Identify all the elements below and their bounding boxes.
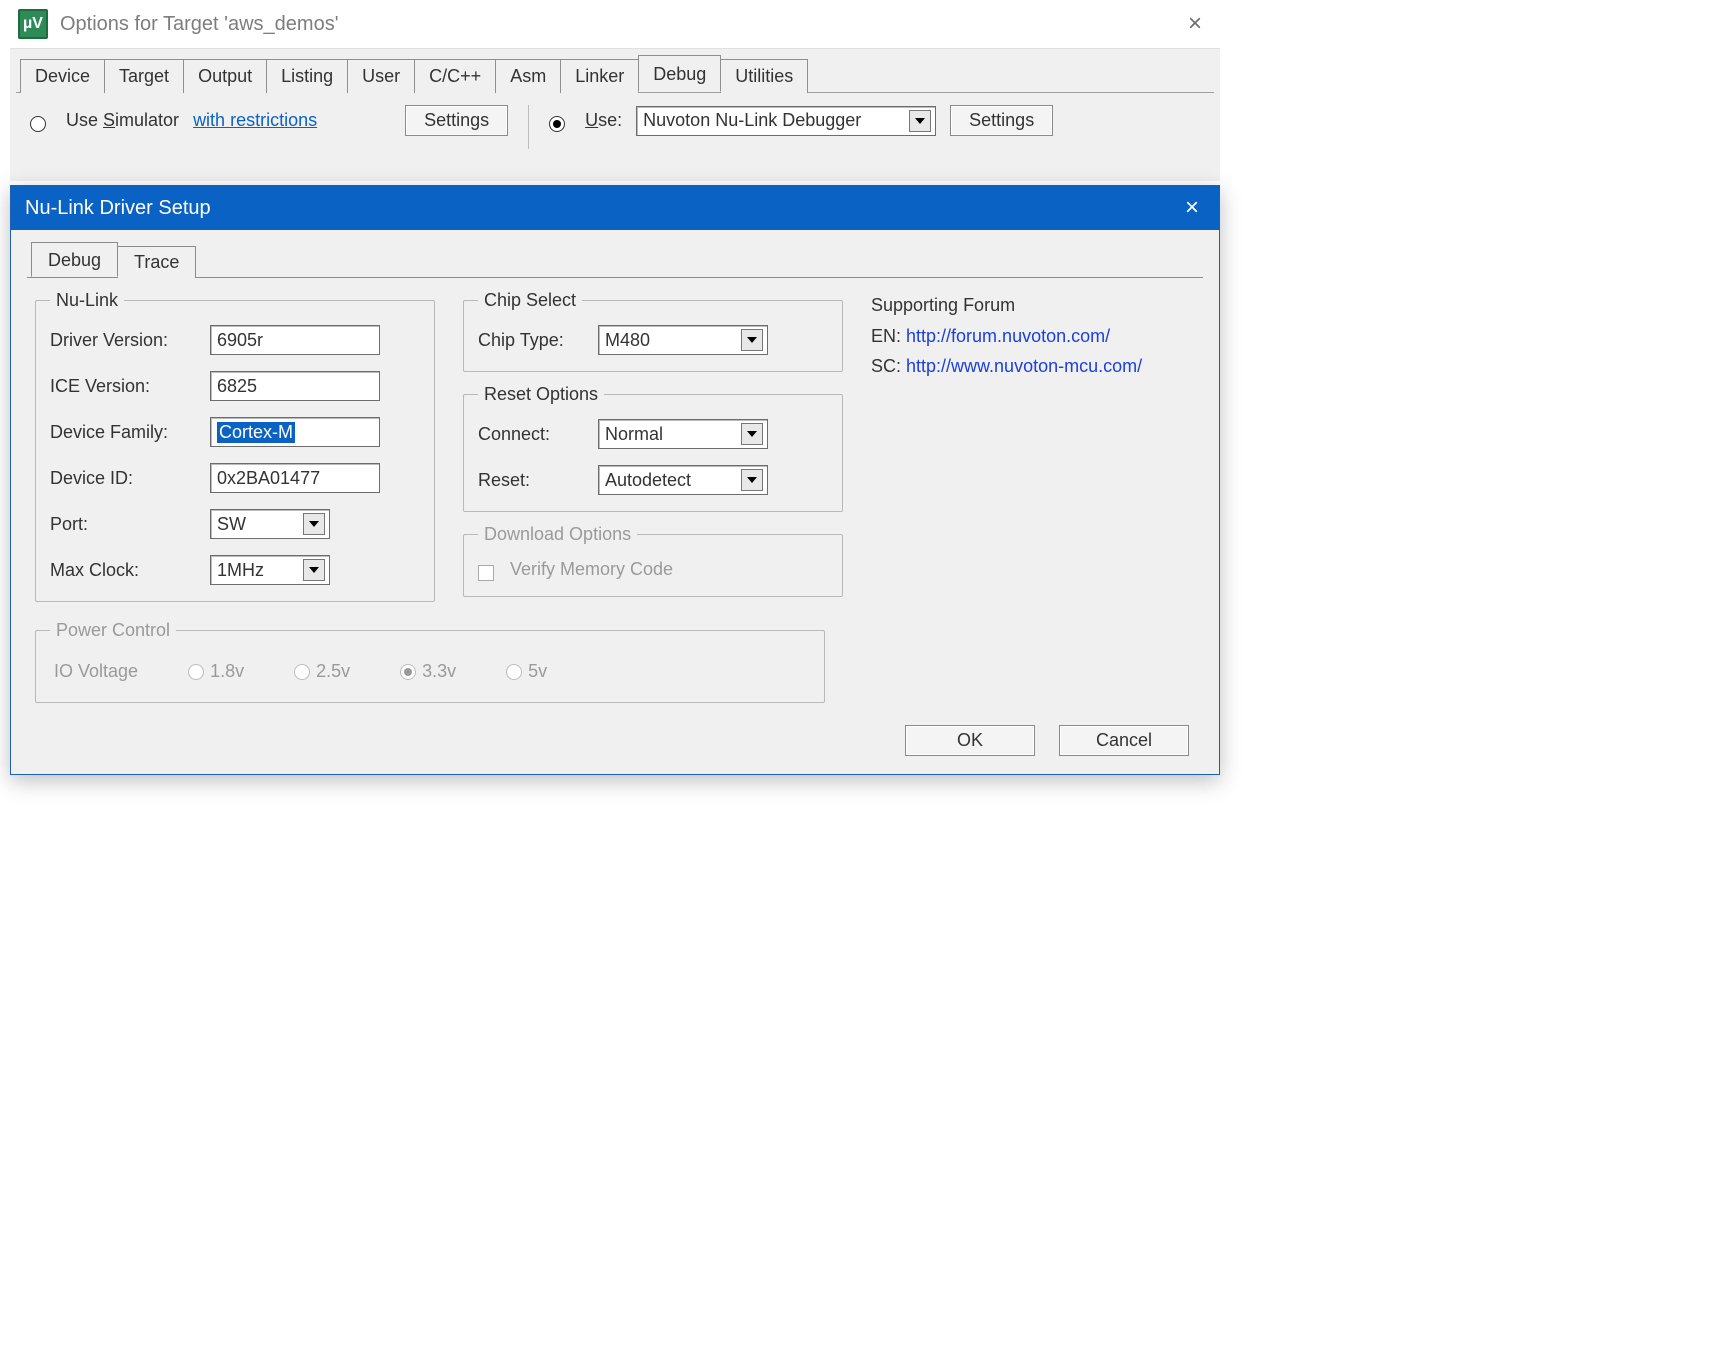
ice-version-label: ICE Version: [50, 376, 200, 397]
tab-debug[interactable]: Debug [638, 55, 721, 92]
close-icon[interactable]: × [1178, 6, 1212, 42]
driver-version-field: 6905r [210, 325, 380, 355]
settings-button-left[interactable]: Settings [405, 105, 508, 136]
io-voltage-label: IO Voltage [54, 661, 138, 682]
tab-device[interactable]: Device [20, 59, 105, 93]
tab-output[interactable]: Output [183, 59, 267, 93]
group-power-control: Power Control IO Voltage 1.8v 2.5v 3.3v … [35, 620, 825, 703]
ok-button[interactable]: OK [905, 725, 1035, 756]
verify-memory-label: Verify Memory Code [510, 559, 673, 580]
settings-button-right[interactable]: Settings [950, 105, 1053, 136]
chevron-down-icon[interactable] [741, 469, 763, 491]
connect-label: Connect: [478, 424, 588, 445]
options-debug-page: Use Simulator with restrictions Settings… [16, 93, 1214, 161]
radio-use-simulator[interactable] [30, 116, 46, 132]
device-family-field[interactable]: Cortex-M [210, 417, 380, 447]
device-family-label: Device Family: [50, 422, 200, 443]
nulink-title: Nu-Link Driver Setup [25, 197, 211, 220]
group-nulink: Nu-Link Driver Version: 6905r ICE Versio… [35, 290, 435, 602]
max-clock-select[interactable]: 1MHz [210, 555, 330, 585]
chevron-down-icon[interactable] [303, 559, 325, 581]
ice-version-field: 6825 [210, 371, 380, 401]
max-clock-label: Max Clock: [50, 560, 200, 581]
forum-sc-link[interactable]: http://www.nuvoton-mcu.com/ [906, 356, 1142, 376]
tab-ccpp[interactable]: C/C++ [414, 59, 496, 93]
tab-linker[interactable]: Linker [560, 59, 639, 93]
label-1p8v: 1.8v [210, 661, 244, 681]
nulink-titlebar: Nu-Link Driver Setup × [11, 186, 1219, 230]
debugger-select[interactable]: Nuvoton Nu-Link Debugger [636, 106, 936, 136]
nulink-button-row: OK Cancel [27, 711, 1203, 762]
nulink-client: Debug Trace Nu-Link Driver Version: 6905… [11, 230, 1219, 774]
radio-5v [506, 664, 522, 680]
device-id-label: Device ID: [50, 468, 200, 489]
tab-asm[interactable]: Asm [495, 59, 561, 93]
forum-en-link[interactable]: http://forum.nuvoton.com/ [906, 326, 1110, 346]
group-nulink-legend: Nu-Link [50, 290, 124, 311]
tab-listing[interactable]: Listing [266, 59, 348, 93]
port-select-value: SW [217, 514, 246, 535]
radio-1p8v [188, 664, 204, 680]
chip-type-label: Chip Type: [478, 330, 588, 351]
use-simulator-label: Use Simulator [66, 110, 179, 131]
close-icon[interactable]: × [1175, 192, 1209, 224]
radio-use-debugger[interactable] [549, 116, 565, 132]
connect-select-value: Normal [605, 424, 663, 445]
tab-utilities[interactable]: Utilities [720, 59, 808, 93]
nulink-dialog: Nu-Link Driver Setup × Debug Trace Nu-Li… [10, 185, 1220, 775]
tab-target[interactable]: Target [104, 59, 184, 93]
reset-select[interactable]: Autodetect [598, 465, 768, 495]
label-3p3v: 3.3v [422, 661, 456, 681]
radio-2p5v [294, 664, 310, 680]
cancel-button[interactable]: Cancel [1059, 725, 1189, 756]
tab-nu-trace[interactable]: Trace [117, 246, 196, 278]
options-tabstrip: Device Target Output Listing User C/C++ … [16, 57, 1214, 93]
options-title: Options for Target 'aws_demos' [60, 13, 1166, 36]
nulink-debug-page: Nu-Link Driver Version: 6905r ICE Versio… [27, 278, 1203, 711]
chip-type-select-value: M480 [605, 330, 650, 351]
chevron-down-icon[interactable] [909, 110, 931, 132]
forum-info: Supporting Forum EN: http://forum.nuvoto… [871, 290, 1195, 382]
tab-nu-debug[interactable]: Debug [31, 242, 118, 277]
divider [528, 105, 529, 149]
with-restrictions-link[interactable]: with restrictions [193, 110, 317, 131]
group-reset-options: Reset Options Connect: Normal Reset: [463, 384, 843, 512]
group-download-options: Download Options Verify Memory Code [463, 524, 843, 597]
group-chip-select-legend: Chip Select [478, 290, 582, 311]
group-power-legend: Power Control [50, 620, 176, 641]
connect-select[interactable]: Normal [598, 419, 768, 449]
group-chip-select: Chip Select Chip Type: M480 [463, 290, 843, 372]
app-icon: µV [18, 9, 48, 39]
chevron-down-icon[interactable] [741, 423, 763, 445]
label-5v: 5v [528, 661, 547, 681]
options-titlebar: µV Options for Target 'aws_demos' × [10, 0, 1220, 48]
nulink-tabstrip: Debug Trace [27, 244, 1203, 278]
options-window: µV Options for Target 'aws_demos' × Devi… [10, 0, 1220, 181]
chip-type-select[interactable]: M480 [598, 325, 768, 355]
group-download-legend: Download Options [478, 524, 637, 545]
options-client: Device Target Output Listing User C/C++ … [10, 48, 1220, 181]
forum-en-prefix: EN: [871, 326, 906, 346]
use-label: Use: [585, 110, 622, 131]
forum-title: Supporting Forum [871, 290, 1195, 321]
reset-label: Reset: [478, 470, 588, 491]
driver-version-label: Driver Version: [50, 330, 200, 351]
chevron-down-icon[interactable] [303, 513, 325, 535]
chevron-down-icon[interactable] [741, 329, 763, 351]
tab-user[interactable]: User [347, 59, 415, 93]
verify-memory-checkbox [478, 565, 494, 581]
radio-3p3v [400, 664, 416, 680]
forum-sc-prefix: SC: [871, 356, 906, 376]
port-select[interactable]: SW [210, 509, 330, 539]
reset-select-value: Autodetect [605, 470, 691, 491]
max-clock-select-value: 1MHz [217, 560, 264, 581]
debugger-select-value: Nuvoton Nu-Link Debugger [643, 110, 861, 131]
device-id-field: 0x2BA01477 [210, 463, 380, 493]
group-reset-legend: Reset Options [478, 384, 604, 405]
port-label: Port: [50, 514, 200, 535]
label-2p5v: 2.5v [316, 661, 350, 681]
